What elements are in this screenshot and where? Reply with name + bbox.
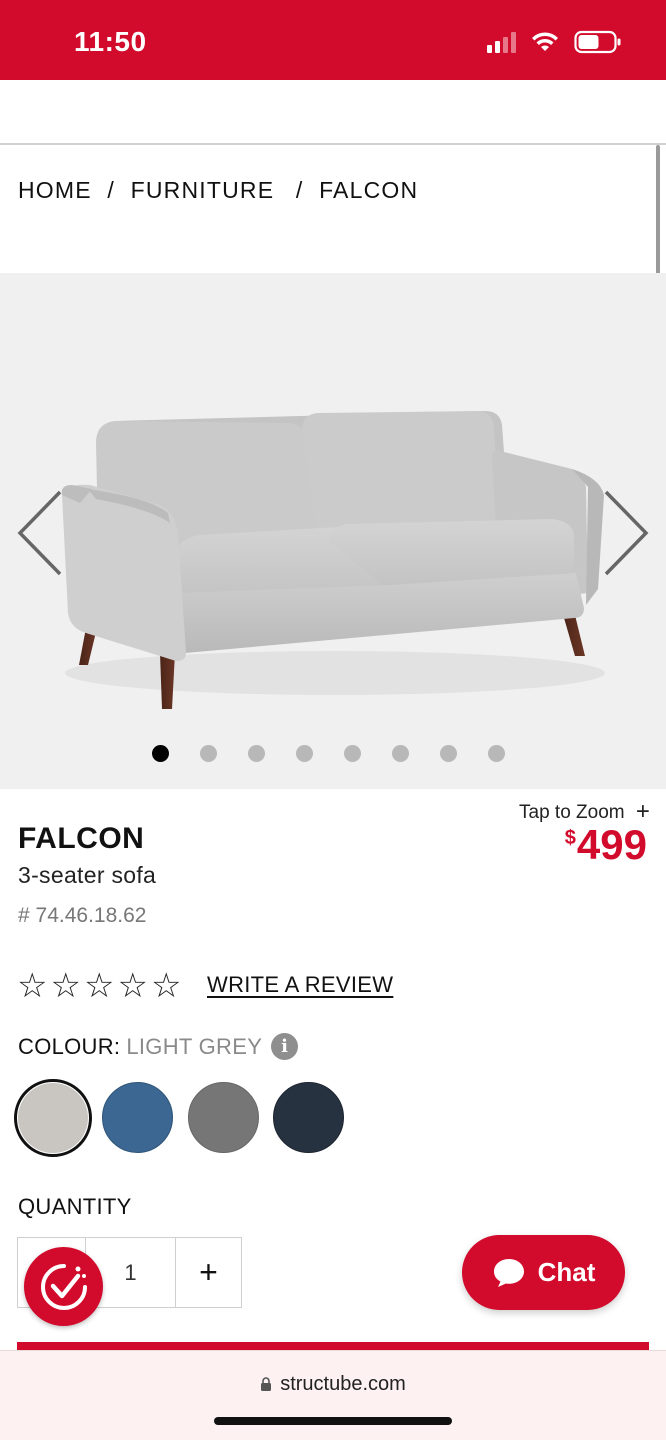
signal-icon xyxy=(487,31,516,53)
status-bar: 11:50 xyxy=(0,0,666,80)
colour-row: COLOUR: LIGHT GREY i xyxy=(18,1033,299,1060)
status-time: 11:50 xyxy=(74,26,147,57)
swatch-grey[interactable] xyxy=(188,1082,259,1153)
breadcrumb-separator: / xyxy=(107,177,115,203)
accessibility-badge[interactable] xyxy=(24,1247,103,1326)
chevron-left-icon[interactable] xyxy=(16,488,66,578)
swatch-light-grey[interactable] xyxy=(18,1083,88,1153)
chevron-right-icon[interactable] xyxy=(600,488,650,578)
breadcrumb-item-home[interactable]: HOME xyxy=(18,177,92,204)
product-title: FALCON xyxy=(18,822,145,855)
colour-label: COLOUR: xyxy=(18,1033,121,1059)
chat-label: Chat xyxy=(537,1257,596,1287)
product-price: $499 xyxy=(565,824,647,866)
checkmark-badge-icon xyxy=(40,1263,87,1310)
price-currency: $ xyxy=(564,827,576,849)
url-bar[interactable]: structube.com xyxy=(0,1373,666,1396)
breadcrumb-separator: / xyxy=(295,177,304,203)
quantity-increase-button[interactable]: + xyxy=(176,1238,241,1307)
wifi-icon xyxy=(532,32,558,51)
gallery-dot[interactable] xyxy=(344,745,361,762)
home-indicator[interactable] xyxy=(214,1417,452,1425)
gallery-dot[interactable] xyxy=(440,745,457,762)
browser-bottom-bar: structube.com xyxy=(0,1350,666,1440)
star-empty-icon: ☆ xyxy=(83,967,115,1005)
breadcrumb: HOME / FURNITURE / FALCON xyxy=(18,177,418,204)
product-sku: # 74.46.18.62 xyxy=(18,904,147,927)
sofa-image xyxy=(61,411,605,709)
gallery-pagination xyxy=(152,745,505,762)
star-empty-icon: ☆ xyxy=(50,967,81,1005)
status-icons xyxy=(487,30,622,54)
gallery-dot[interactable] xyxy=(488,745,505,762)
star-empty-icon: ☆ xyxy=(117,967,148,1005)
browser-toolbar xyxy=(0,80,666,145)
lock-icon xyxy=(261,1377,272,1391)
product-gallery[interactable] xyxy=(0,273,666,789)
gallery-dot[interactable] xyxy=(296,745,313,762)
quantity-label: QUANTITY xyxy=(18,1194,132,1219)
breadcrumb-item-furniture[interactable]: FURNITURE xyxy=(131,177,275,204)
info-icon[interactable]: i xyxy=(271,1033,299,1060)
swatch-blue[interactable] xyxy=(102,1082,173,1153)
chat-bubble-icon xyxy=(493,1258,524,1287)
colour-value: LIGHT GREY xyxy=(126,1033,263,1059)
chat-button[interactable]: Chat xyxy=(462,1235,625,1310)
battery-icon xyxy=(574,30,621,54)
gallery-dot[interactable] xyxy=(392,745,409,762)
zoom-label: Tap to Zoom xyxy=(519,802,625,823)
gallery-dot[interactable] xyxy=(152,745,169,762)
domain-label: structube.com xyxy=(280,1373,406,1395)
gallery-dot[interactable] xyxy=(248,745,265,762)
price-value: 499 xyxy=(576,821,647,868)
gallery-dot[interactable] xyxy=(200,745,217,762)
star-empty-icon: ☆ xyxy=(150,967,182,1005)
star-empty-icon: ☆ xyxy=(17,967,48,1005)
write-review-link[interactable]: WRITE A REVIEW xyxy=(207,972,393,998)
swatch-navy[interactable] xyxy=(273,1082,344,1153)
breadcrumb-item-falcon: FALCON xyxy=(319,177,419,203)
rating-stars: ☆ ☆ ☆ ☆ ☆ xyxy=(17,969,181,1003)
product-subtitle: 3-seater sofa xyxy=(18,862,157,888)
